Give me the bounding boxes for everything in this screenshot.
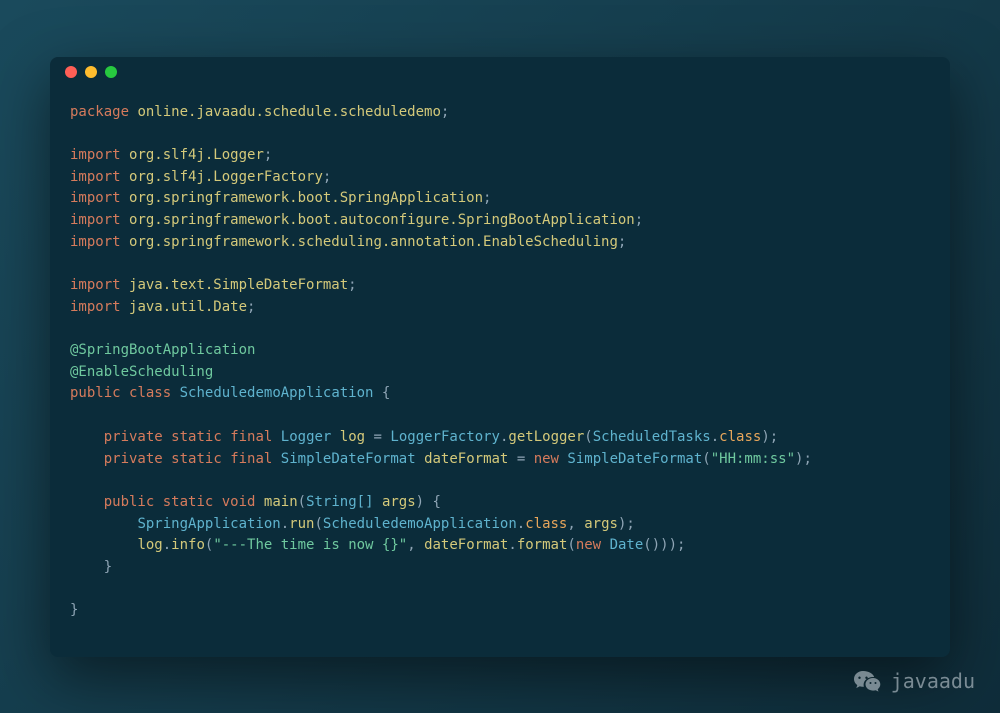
keyword-final: final [230, 451, 272, 467]
class-literal: class [719, 429, 761, 445]
keyword-import: import [70, 277, 121, 293]
import-path: org.springframework.boot.SpringApplicati… [129, 190, 483, 206]
keyword-void: void [222, 494, 256, 510]
annotation-enablescheduling: @EnableScheduling [70, 364, 213, 380]
close-button[interactable] [65, 66, 77, 78]
var-log: log [137, 537, 162, 553]
wechat-icon [853, 669, 881, 693]
keyword-import: import [70, 212, 121, 228]
keyword-import: import [70, 299, 121, 315]
import-path: java.text.SimpleDateFormat [129, 277, 348, 293]
code-content: package online.javaadu.schedule.schedule… [50, 87, 950, 638]
string-logmsg: "---The time is now {}" [213, 537, 407, 553]
keyword-package: package [70, 104, 129, 120]
keyword-public: public [70, 385, 121, 401]
minimize-button[interactable] [85, 66, 97, 78]
type-logger: Logger [281, 429, 332, 445]
arg-args: args [584, 516, 618, 532]
keyword-static: static [171, 451, 222, 467]
type-scheduledemoapp: ScheduledemoApplication [323, 516, 517, 532]
keyword-static: static [163, 494, 214, 510]
keyword-import: import [70, 190, 121, 206]
type-sdf: SimpleDateFormat [281, 451, 416, 467]
import-path: org.springframework.boot.autoconfigure.S… [129, 212, 635, 228]
var-dateformat: dateFormat [424, 451, 508, 467]
code-window: package online.javaadu.schedule.schedule… [50, 57, 950, 657]
type-loggerfactory: LoggerFactory [390, 429, 500, 445]
method-run: run [289, 516, 314, 532]
method-getlogger: getLogger [508, 429, 584, 445]
window-titlebar [50, 57, 950, 87]
var-log: log [340, 429, 365, 445]
method-format: format [517, 537, 568, 553]
keyword-import: import [70, 169, 121, 185]
watermark-text: javaadu [891, 669, 975, 693]
keyword-private: private [104, 451, 163, 467]
method-info: info [171, 537, 205, 553]
class-name: ScheduledemoApplication [180, 385, 374, 401]
keyword-static: static [171, 429, 222, 445]
keyword-public: public [104, 494, 155, 510]
type-springapp: SpringApplication [137, 516, 280, 532]
string-pattern: "HH:mm:ss" [711, 451, 795, 467]
class-literal: class [525, 516, 567, 532]
keyword-private: private [104, 429, 163, 445]
type-scheduledtasks: ScheduledTasks [593, 429, 711, 445]
import-path: org.slf4j.Logger [129, 147, 264, 163]
keyword-import: import [70, 234, 121, 250]
type-string-array: String[] [306, 494, 373, 510]
type-sdf: SimpleDateFormat [567, 451, 702, 467]
keyword-import: import [70, 147, 121, 163]
var-dateformat: dateFormat [424, 537, 508, 553]
keyword-final: final [230, 429, 272, 445]
method-main: main [264, 494, 298, 510]
param-args: args [382, 494, 416, 510]
keyword-new: new [534, 451, 559, 467]
package-path: online.javaadu.schedule.scheduledemo [137, 104, 440, 120]
maximize-button[interactable] [105, 66, 117, 78]
watermark: javaadu [853, 669, 975, 693]
annotation-springboot: @SpringBootApplication [70, 342, 255, 358]
keyword-class: class [129, 385, 171, 401]
import-path: org.springframework.scheduling.annotatio… [129, 234, 618, 250]
keyword-new: new [576, 537, 601, 553]
import-path: java.util.Date [129, 299, 247, 315]
type-date: Date [610, 537, 644, 553]
import-path: org.slf4j.LoggerFactory [129, 169, 323, 185]
